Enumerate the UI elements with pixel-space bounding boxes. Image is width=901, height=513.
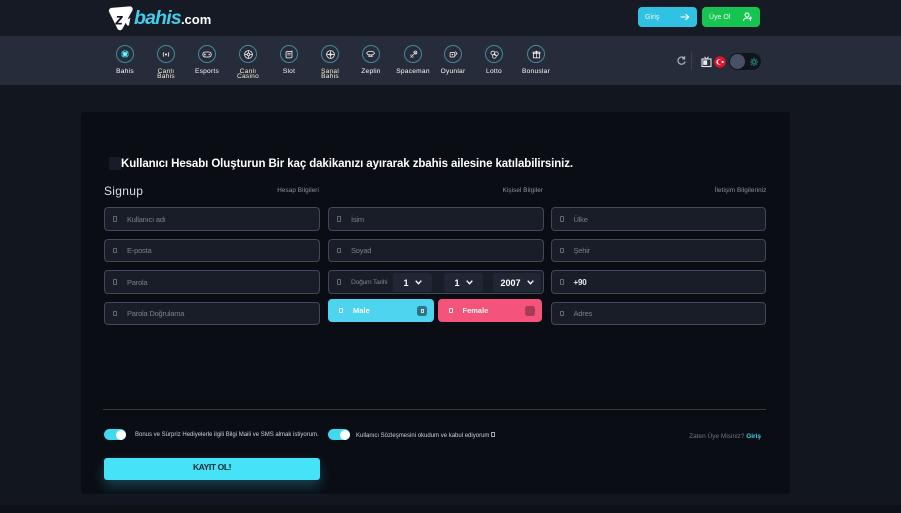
svg-text:z: z (114, 11, 123, 28)
